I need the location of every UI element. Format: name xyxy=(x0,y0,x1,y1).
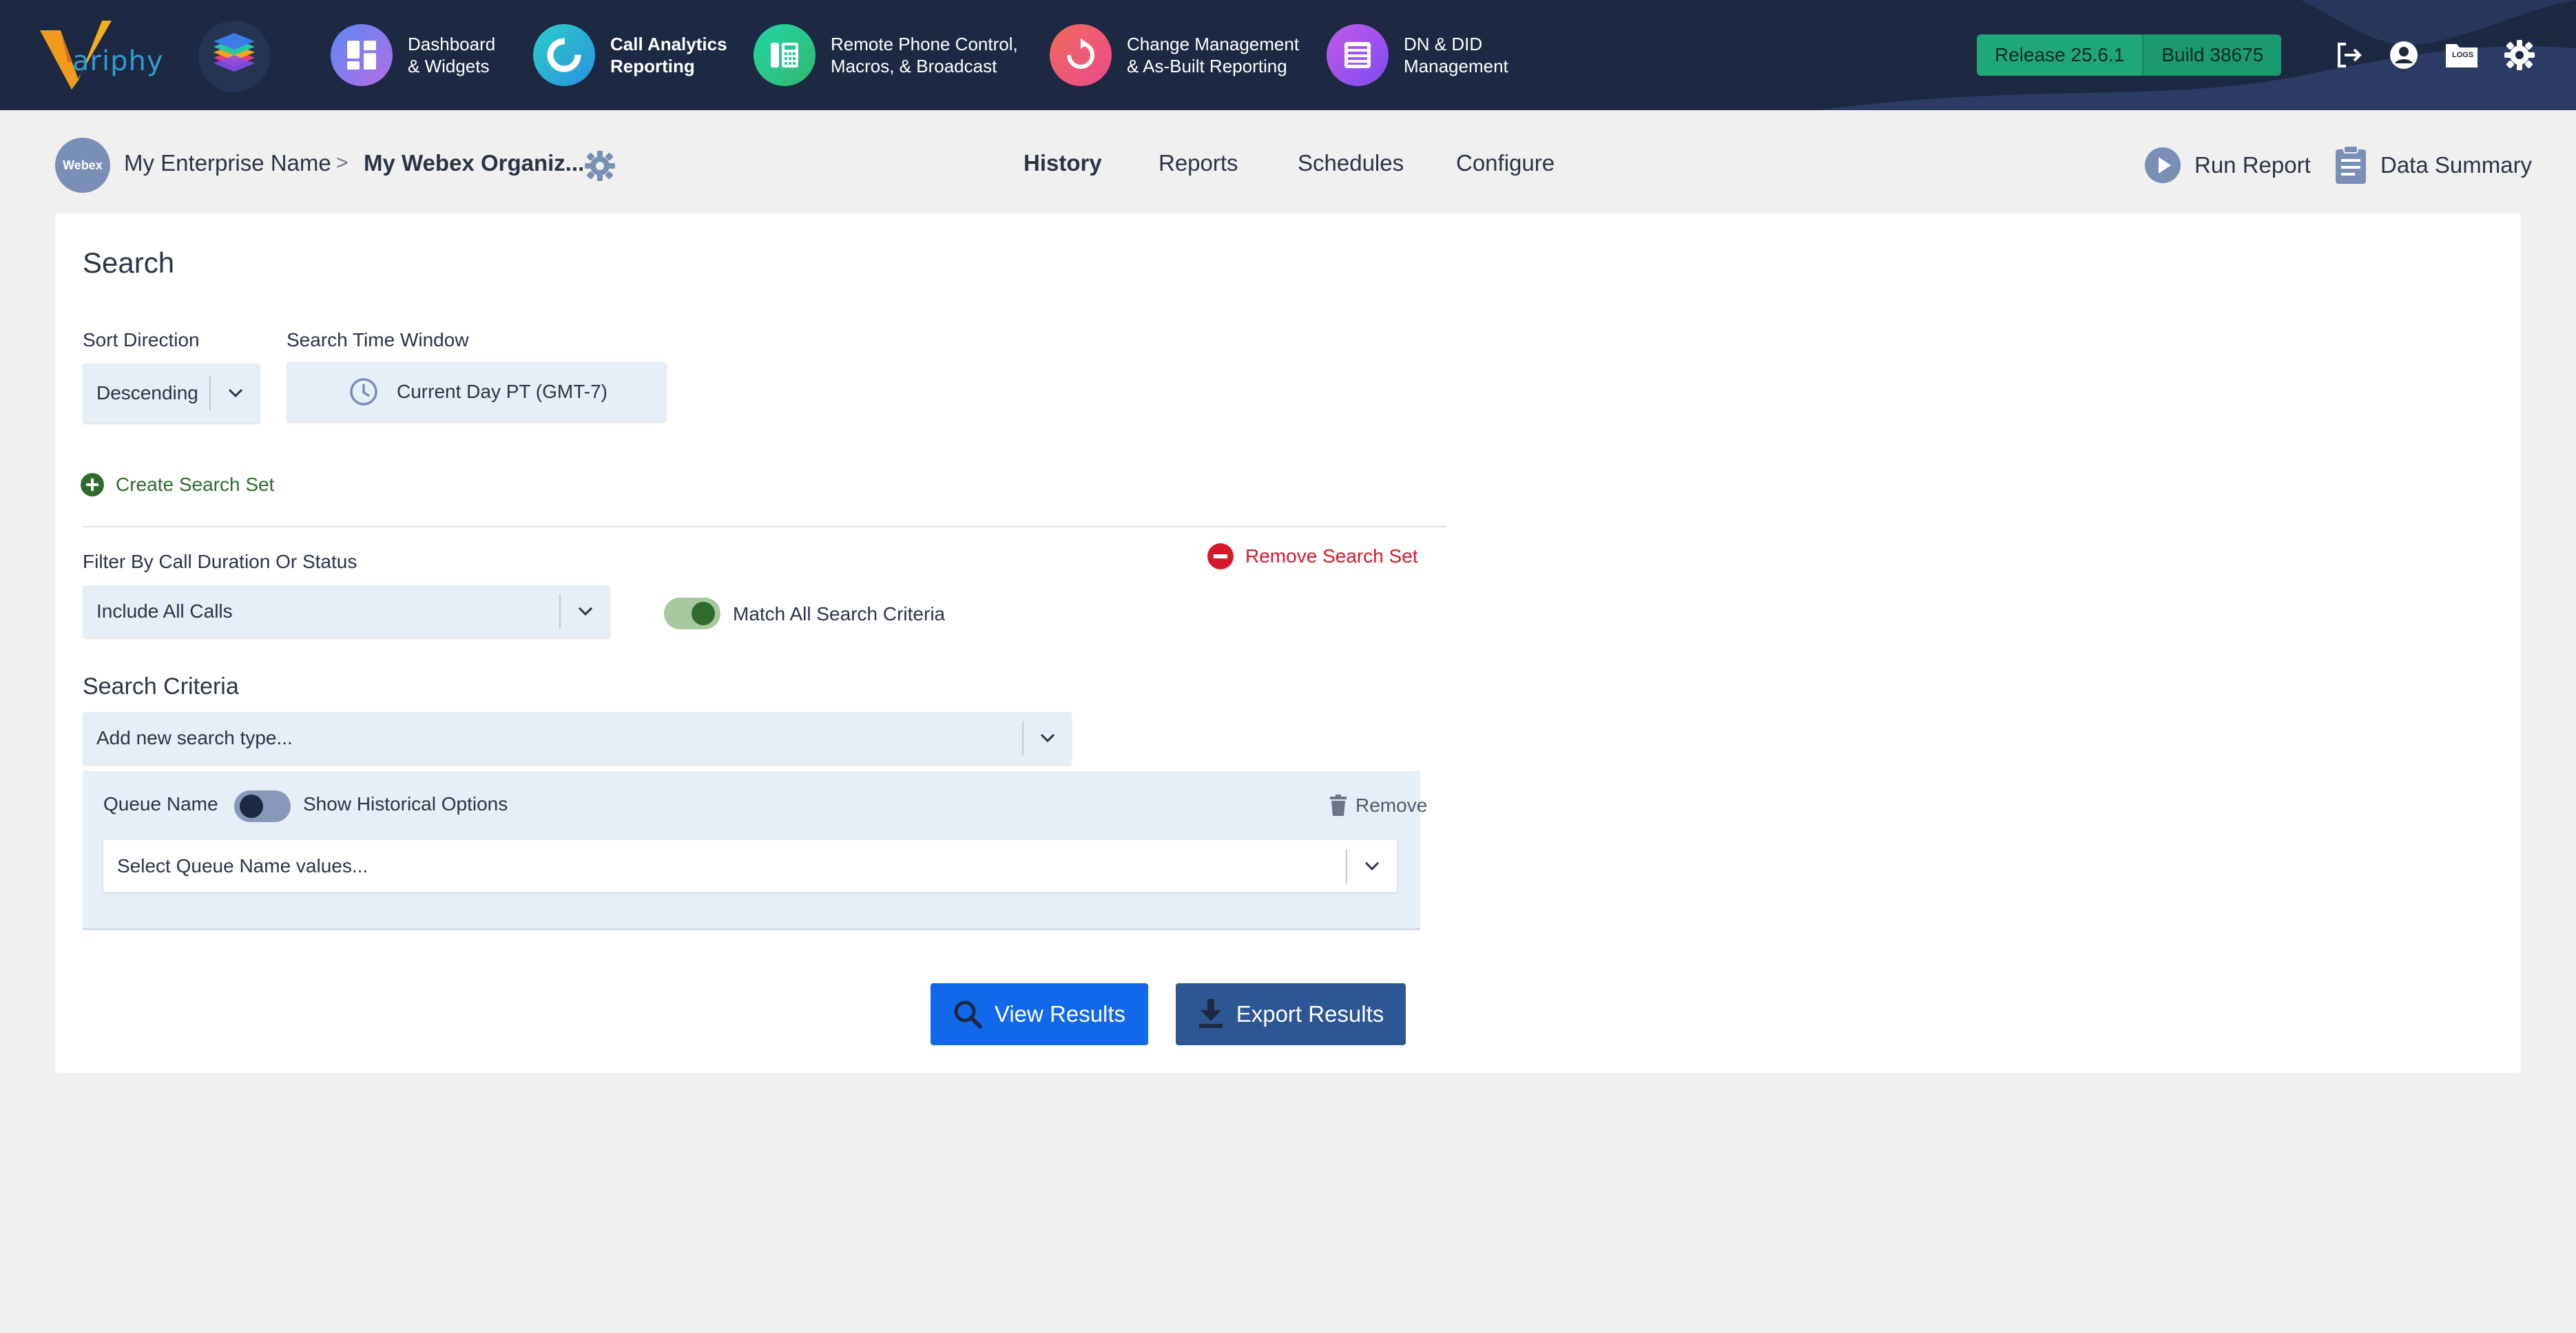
logs-folder-label: LOGS xyxy=(2452,51,2474,59)
nav-call-analytics[interactable]: Call Analytics Reporting xyxy=(533,22,727,88)
logout-icon[interactable] xyxy=(2331,37,2367,73)
chevron-down-icon xyxy=(211,388,260,398)
nav-dashboard-label: Dashboard & Widgets xyxy=(408,34,496,76)
historical-options-label: Show Historical Options xyxy=(303,793,508,815)
queue-name-values-placeholder: Select Queue Name values... xyxy=(117,855,368,877)
add-search-type-placeholder: Add new search type... xyxy=(96,727,293,748)
plus-circle-icon xyxy=(81,473,104,496)
filter-duration-status-value: Include All Calls xyxy=(96,600,233,622)
nav-dn-did-label: DN & DID Management xyxy=(1404,34,1508,76)
user-account-icon[interactable] xyxy=(2386,37,2422,73)
remove-criteria-label: Remove xyxy=(1355,795,1428,816)
clipboard-icon xyxy=(2336,145,2366,184)
search-card: Search Sort Direction Descending Search … xyxy=(55,213,2521,1073)
match-all-label: Match All Search Criteria xyxy=(733,603,946,624)
org-avatar: Webex xyxy=(55,138,110,193)
nav-remote-phone-control[interactable]: Remote Phone Control, Macros, & Broadcas… xyxy=(754,22,1018,88)
nav-dn-did-management[interactable]: DN & DID Management xyxy=(1327,22,1508,88)
logo-text: ariphy xyxy=(72,45,164,77)
logs-folder-icon[interactable]: LOGS xyxy=(2444,37,2480,73)
dn-did-icon xyxy=(1327,24,1389,86)
queue-name-label: Queue Name xyxy=(103,793,218,815)
run-report-button[interactable]: Run Report xyxy=(2143,145,2311,186)
build-number: Build 38675 xyxy=(2142,34,2282,76)
chevron-down-icon xyxy=(561,607,610,616)
minus-circle-icon xyxy=(1207,543,1234,569)
view-results-label: View Results xyxy=(994,1001,1126,1027)
play-icon xyxy=(2145,147,2181,183)
match-all-toggle[interactable] xyxy=(664,598,720,629)
nav-change-management-label: Change Management & As-Built Reporting xyxy=(1127,34,1300,76)
tab-history[interactable]: History xyxy=(1024,150,1102,176)
time-window-value: Current Day PT (GMT-7) xyxy=(397,381,607,402)
data-summary-button[interactable]: Data Summary xyxy=(2334,145,2532,186)
breadcrumb-organization[interactable]: My Webex Organiz... xyxy=(364,150,584,176)
export-results-label: Export Results xyxy=(1236,1001,1384,1027)
download-icon xyxy=(1198,999,1223,1028)
add-search-type-select[interactable]: Add new search type... xyxy=(83,712,1072,764)
time-window-picker[interactable]: Current Day PT (GMT-7) xyxy=(287,362,667,421)
create-search-set-label: Create Search Set xyxy=(116,474,275,495)
data-summary-label: Data Summary xyxy=(2380,152,2533,178)
release-build-badge: Release 25.6.1 Build 38675 xyxy=(1977,34,2282,76)
org-settings-gear-icon[interactable] xyxy=(584,150,616,182)
search-criteria-title: Search Criteria xyxy=(83,673,239,700)
trash-icon xyxy=(1330,795,1347,816)
run-report-label: Run Report xyxy=(2194,152,2311,178)
nav-dashboard-widgets[interactable]: Dashboard & Widgets xyxy=(331,22,495,88)
nav-call-analytics-label: Call Analytics Reporting xyxy=(610,34,727,76)
nav-change-management[interactable]: Change Management & As-Built Reporting xyxy=(1050,22,1299,88)
dashboard-icon xyxy=(331,24,393,86)
tab-configure[interactable]: Configure xyxy=(1456,150,1555,176)
remove-criteria-button[interactable]: Remove xyxy=(1329,795,1427,817)
stack-layers-icon xyxy=(214,33,255,72)
section-divider xyxy=(83,526,1446,527)
clock-icon xyxy=(350,378,377,406)
settings-gear-icon[interactable] xyxy=(2502,37,2537,73)
queue-name-values-select[interactable]: Select Queue Name values... xyxy=(103,840,1397,892)
view-results-button[interactable]: View Results xyxy=(931,983,1148,1045)
time-window-label: Search Time Window xyxy=(287,329,469,350)
chevron-down-icon xyxy=(1347,861,1397,871)
variphy-logo[interactable]: ariphy xyxy=(0,0,179,110)
call-analytics-icon xyxy=(533,24,595,86)
breadcrumb-enterprise[interactable]: My Enterprise Name xyxy=(124,150,331,176)
search-icon xyxy=(954,1000,982,1029)
change-management-icon xyxy=(1050,24,1112,86)
filter-duration-status-select[interactable]: Include All Calls xyxy=(83,585,610,638)
historical-options-toggle[interactable] xyxy=(234,790,291,822)
tab-schedules[interactable]: Schedules xyxy=(1298,150,1404,176)
filter-duration-status-label: Filter By Call Duration Or Status xyxy=(83,551,357,572)
sort-direction-label: Sort Direction xyxy=(83,329,200,350)
remove-search-set-link[interactable]: Remove Search Set xyxy=(1207,543,1418,570)
breadcrumb-separator: > xyxy=(336,151,349,174)
search-title: Search xyxy=(83,246,175,279)
sort-direction-select[interactable]: Descending xyxy=(83,364,260,423)
export-results-button[interactable]: Export Results xyxy=(1176,983,1406,1045)
toggle-knob xyxy=(692,602,715,625)
phone-control-icon xyxy=(754,24,816,86)
layers-stack-icon[interactable] xyxy=(198,21,270,92)
nav-remote-phone-label: Remote Phone Control, Macros, & Broadcas… xyxy=(831,34,1018,76)
create-search-set-link[interactable]: Create Search Set xyxy=(80,472,274,497)
remove-search-set-label: Remove Search Set xyxy=(1245,545,1418,567)
sort-direction-value: Descending xyxy=(96,382,198,403)
top-navigation-bar: ariphy Dashboard & Widgets Call Analytic… xyxy=(0,0,2576,110)
chevron-down-icon xyxy=(1024,733,1072,743)
release-version: Release 25.6.1 xyxy=(1977,34,2143,76)
toggle-knob xyxy=(240,795,263,818)
tab-reports[interactable]: Reports xyxy=(1159,150,1238,176)
